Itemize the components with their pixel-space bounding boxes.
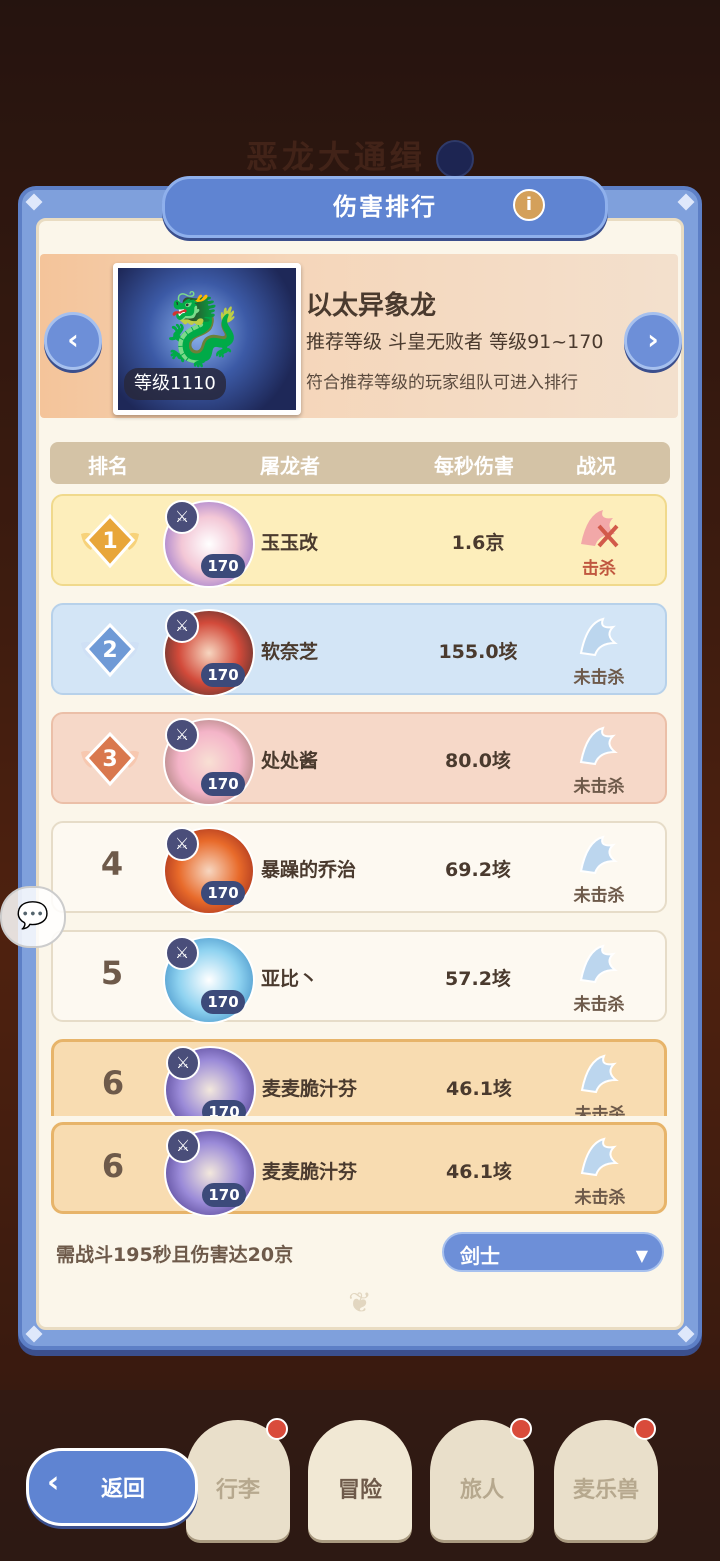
player-dps: 46.1垓 [446, 1161, 512, 1183]
info-icon[interactable]: i [513, 189, 545, 221]
notification-dot [510, 1418, 532, 1440]
back-arrow-icon: ‹ [47, 1465, 60, 1500]
sword-class-icon: ⚔ [166, 1129, 200, 1163]
chat-icon[interactable]: 💬 [0, 886, 66, 948]
table-row[interactable]: 4 ⚔ 170 暴躁的乔治 69.2垓 未击杀 [51, 821, 667, 915]
boss-level: 等级1110 [124, 368, 226, 400]
avatar-level: 170 [201, 990, 245, 1014]
nav-label: 冒险 [337, 1478, 382, 1503]
class-select-dropdown[interactable]: 剑士 ▼ [442, 1232, 664, 1272]
status-text: 未击杀 [574, 1188, 626, 1208]
status-text: 未击杀 [573, 777, 625, 797]
sword-class-icon: ⚔ [165, 936, 199, 970]
svg-text:1: 1 [102, 529, 117, 554]
dragon-alive-icon [579, 835, 618, 875]
player-dps: 1.6京 [451, 532, 505, 554]
status-text: 击杀 [582, 559, 616, 579]
table-row[interactable]: 3 ⚔ 170 处处酱 80.0垓 未击杀 [51, 712, 667, 806]
nav-label: 行李 [215, 1478, 260, 1503]
nav-label: 旅人 [459, 1478, 504, 1503]
rank-number: 5 [100, 954, 124, 992]
silver-medal-icon: 2 [81, 622, 139, 678]
sword-class-icon: ⚔ [165, 718, 199, 752]
class-select-value: 剑士 [460, 1244, 500, 1268]
nav-label: 麦乐兽 [572, 1478, 639, 1503]
avatar-level: 170 [201, 554, 245, 578]
player-name: 亚比丶 [261, 968, 319, 990]
player-dps: 69.2垓 [445, 859, 511, 881]
player-dps: 155.0垓 [438, 641, 518, 663]
header-rank: 排名 [88, 454, 128, 478]
sword-class-icon: ⚔ [165, 609, 199, 643]
status-text: 未击杀 [574, 1105, 626, 1116]
ranking-table-header: 排名 屠龙者 每秒伤害 战况 [50, 442, 670, 484]
list-scroll-clip[interactable]: 6 ⚔ 170 麦麦脆汁芬 46.1垓 未击杀 [0, 1036, 720, 1116]
table-row[interactable]: 1 ⚔ 170 玉玉改 1.6京 击杀 [51, 494, 667, 588]
nav-luggage[interactable]: 行李 [186, 1418, 290, 1540]
nav-pets[interactable]: 麦乐兽 [554, 1418, 658, 1540]
status-text: 未击杀 [573, 995, 625, 1015]
table-row[interactable]: 5 ⚔ 170 亚比丶 57.2垓 未击杀 [51, 930, 667, 1024]
player-name: 软奈芝 [261, 641, 319, 663]
ranking-condition: 需战斗195秒且伤害达20京 [56, 1244, 294, 1266]
dragon-alive-icon [579, 726, 618, 766]
avatar-level: 170 [202, 1100, 246, 1116]
dragon-alive-icon [580, 1137, 619, 1177]
sword-class-icon: ⚔ [165, 500, 199, 534]
avatar-level: 170 [201, 663, 245, 687]
next-boss-button[interactable]: › [624, 312, 682, 370]
dialog-title-banner: 伤害排行 i [162, 176, 608, 238]
caret-down-icon: ▼ [635, 1246, 648, 1265]
header-player: 屠龙者 [260, 454, 320, 478]
prev-boss-button[interactable]: ‹ [44, 312, 102, 370]
back-button[interactable]: ‹ 返回 [26, 1448, 198, 1526]
footer-ornament-icon: ❦ [348, 1286, 372, 1319]
svg-text:2: 2 [102, 638, 117, 663]
boss-description: 符合推荐等级的玩家组队可进入排行 [306, 373, 578, 393]
player-name: 玉玉改 [261, 532, 319, 554]
table-row[interactable]: 6 ⚔ 170 麦麦脆汁芬 46.1垓 未击杀 [51, 1039, 667, 1116]
rank-number: 4 [100, 845, 124, 883]
dragon-alive-icon [579, 944, 618, 984]
my-rank-row[interactable]: 6 ⚔ 170 麦麦脆汁芬 46.1垓 未击杀 [51, 1122, 667, 1217]
notification-dot [634, 1418, 656, 1440]
table-row[interactable]: 2 ⚔ 170 软奈芝 155.0垓 未击杀 [51, 603, 667, 697]
status-text: 未击杀 [573, 886, 625, 906]
rank-number: 6 [101, 1064, 125, 1102]
corner-ornament [677, 1325, 695, 1343]
avatar-level: 170 [202, 1183, 246, 1207]
player-name: 麦麦脆汁芬 [262, 1078, 358, 1100]
back-label: 返回 [101, 1477, 146, 1502]
player-name: 麦麦脆汁芬 [262, 1161, 358, 1183]
dragon-icon: 🐉 [158, 288, 246, 370]
bronze-medal-icon: 3 [81, 731, 139, 787]
corner-ornament [25, 193, 43, 211]
dragon-alive-icon [579, 617, 618, 657]
nav-adventure[interactable]: 冒险 [308, 1420, 412, 1540]
avatar-level: 170 [201, 772, 245, 796]
status-text: 未击杀 [573, 668, 625, 688]
svg-text:3: 3 [102, 747, 117, 772]
header-dps: 每秒伤害 [434, 454, 514, 478]
header-status: 战况 [576, 454, 616, 478]
dragon-alive-icon [580, 1054, 619, 1094]
sword-class-icon: ⚔ [165, 827, 199, 861]
player-dps: 57.2垓 [445, 968, 511, 990]
player-name: 处处酱 [261, 750, 319, 772]
boss-recommend-level: 推荐等级 斗皇无败者 等级91~170 [306, 331, 604, 353]
notification-dot [266, 1418, 288, 1440]
dragon-killed-icon [581, 510, 619, 548]
avatar-level: 170 [201, 881, 245, 905]
corner-ornament [677, 193, 695, 211]
gold-medal-icon: 1 [81, 513, 139, 569]
sword-class-icon: ⚔ [166, 1046, 200, 1080]
player-name: 暴躁的乔治 [261, 859, 357, 881]
boss-name: 以太异象龙 [306, 291, 437, 321]
nav-travelers[interactable]: 旅人 [430, 1418, 534, 1540]
player-dps: 80.0垓 [445, 750, 511, 772]
player-dps: 46.1垓 [446, 1078, 512, 1100]
rank-number: 6 [101, 1147, 125, 1185]
